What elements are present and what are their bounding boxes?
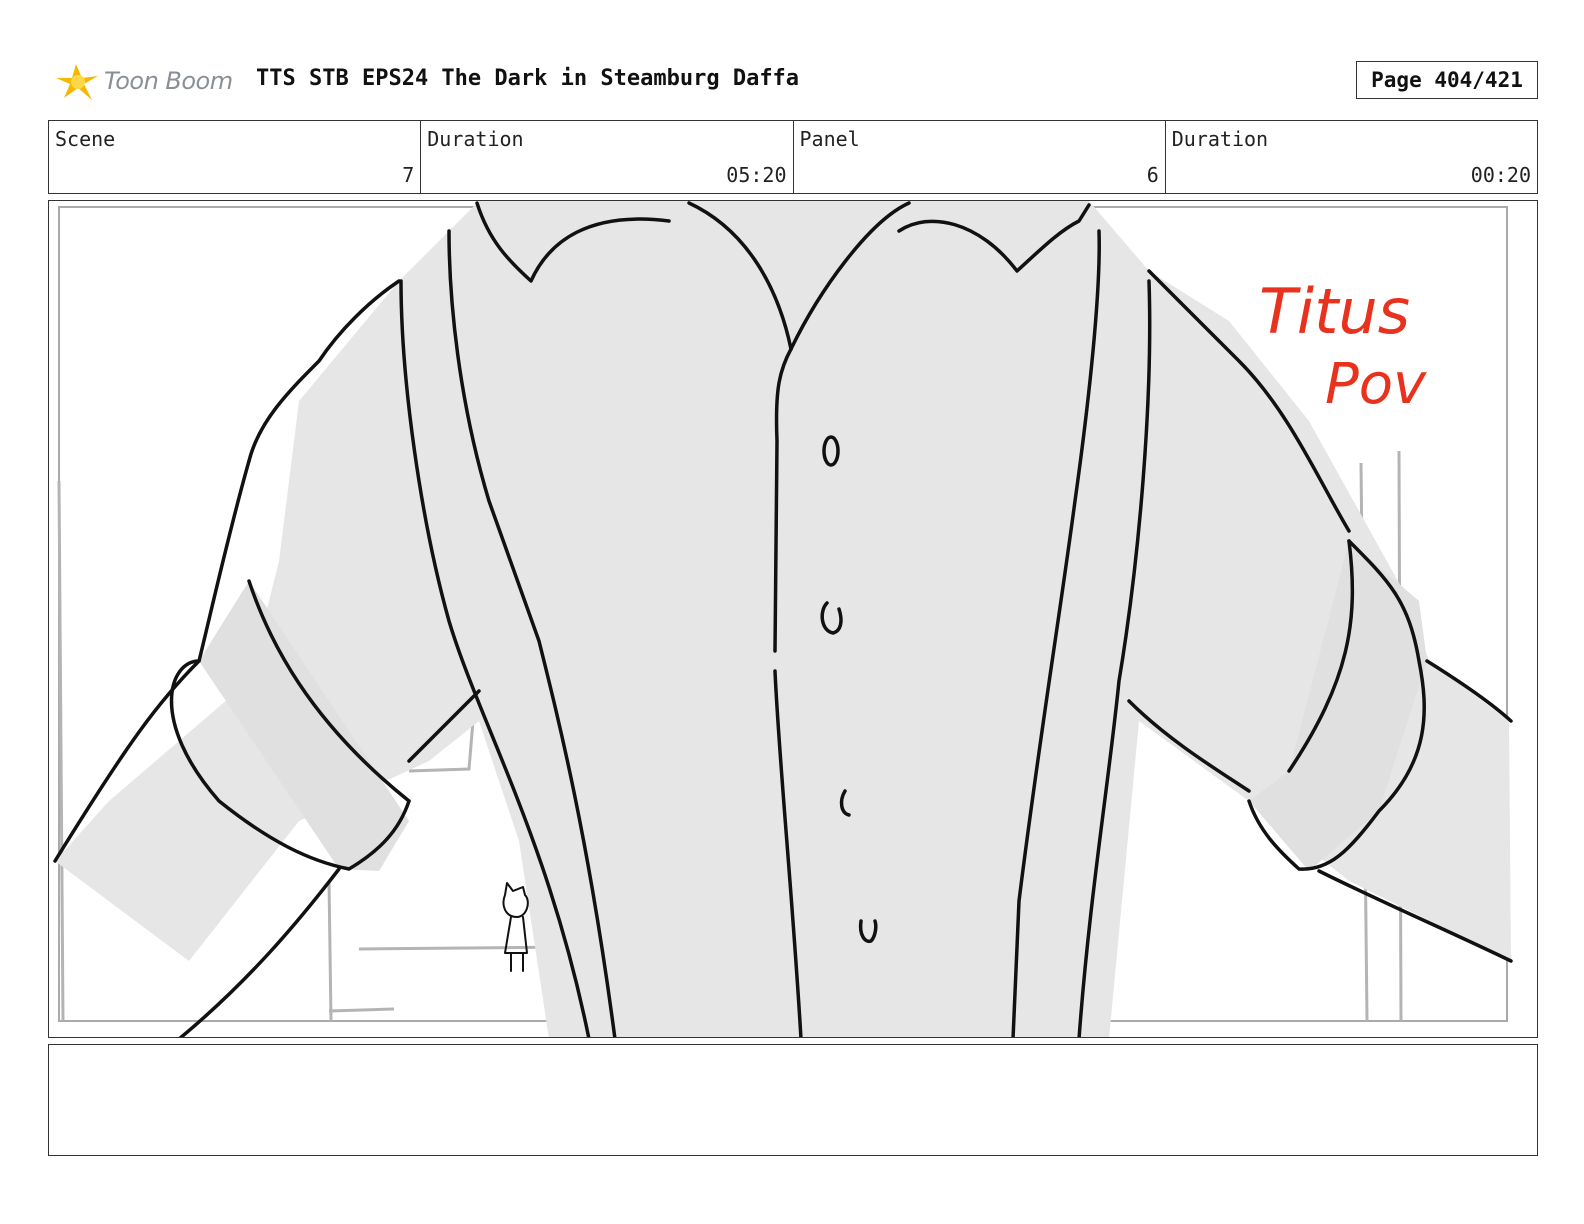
panel-cell: Panel 6 <box>794 121 1166 193</box>
panel-duration-cell: Duration 00:20 <box>1166 121 1537 193</box>
tiny-character <box>502 882 529 972</box>
starburst-logo-icon <box>56 64 98 100</box>
scene-label: Scene <box>55 127 116 151</box>
panel-duration-label: Duration <box>1171 127 1269 151</box>
scene-cell: Scene 7 <box>49 121 422 193</box>
page-indicator: Page 404/421 <box>1356 61 1538 99</box>
scene-duration-label: Duration <box>427 127 524 151</box>
storyboard-panel-frame: Titus Pov <box>48 200 1538 1038</box>
panel-notes-box <box>48 1044 1538 1156</box>
logo-text: Toon Boom <box>104 67 233 95</box>
panel-duration-value: 00:20 <box>1470 163 1531 187</box>
panel-sketch: Titus Pov <box>53 201 1513 1037</box>
toon-boom-logo: Toon Boom <box>52 56 233 106</box>
panel-info-row: Scene 7 Duration 05:20 Panel 6 Duration … <box>48 120 1538 194</box>
scene-duration-cell: Duration 05:20 <box>421 121 794 193</box>
scene-value: 7 <box>402 163 415 187</box>
panel-label: Panel <box>799 127 860 151</box>
annotation-line2: Pov <box>1325 352 1427 417</box>
document-title: TTS STB EPS24 The Dark in Steamburg Daff… <box>256 66 800 91</box>
annotation-line1: Titus <box>1259 275 1410 348</box>
scene-duration-value: 05:20 <box>726 163 787 187</box>
panel-value: 6 <box>1146 163 1159 187</box>
